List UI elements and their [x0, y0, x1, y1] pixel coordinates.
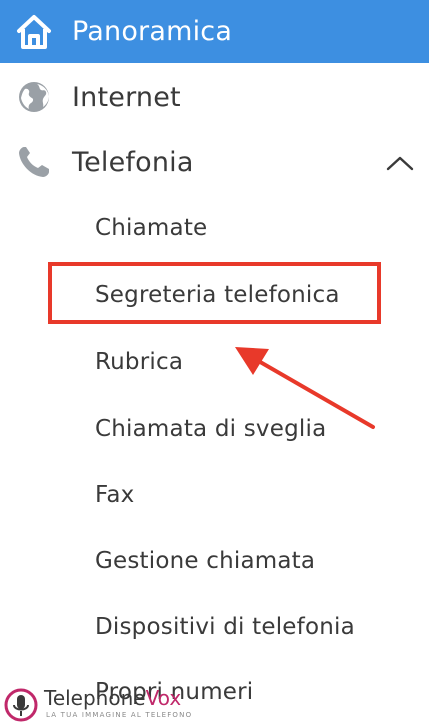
- chevron-up-icon[interactable]: [385, 153, 415, 173]
- globe-icon: [12, 75, 56, 119]
- annotation-arrow: [235, 347, 375, 429]
- menu-item-label: Panoramica: [72, 16, 233, 47]
- submenu-item-fax[interactable]: Fax: [95, 475, 134, 515]
- phone-icon: [12, 140, 56, 184]
- submenu-item-rubrica[interactable]: Rubrica: [95, 342, 183, 382]
- menu-item-label: Telefonia: [72, 146, 194, 178]
- watermark-logo: TelephoneVox LA TUA IMMAGINE AL TELEFONO: [4, 684, 204, 724]
- submenu-item-gestione-chiamata[interactable]: Gestione chiamata: [95, 541, 315, 581]
- menu-item-internet[interactable]: Internet: [0, 66, 429, 128]
- highlight-box: [48, 262, 381, 324]
- watermark-brand: TelephoneVox: [44, 686, 182, 710]
- menu-item-telefonia[interactable]: Telefonia: [0, 131, 429, 193]
- menu-item-panoramica[interactable]: Panoramica: [0, 0, 429, 63]
- sidebar-menu: Panoramica Internet Telefonia Chiamate S…: [0, 0, 429, 726]
- microphone-logo-icon: [4, 688, 38, 722]
- submenu-item-chiamate[interactable]: Chiamate: [95, 208, 207, 248]
- submenu-item-dispositivi-di-telefonia[interactable]: Dispositivi di telefonia: [95, 607, 355, 647]
- menu-item-label: Internet: [72, 81, 181, 113]
- watermark-tagline: LA TUA IMMAGINE AL TELEFONO: [46, 711, 193, 719]
- home-icon: [12, 10, 56, 54]
